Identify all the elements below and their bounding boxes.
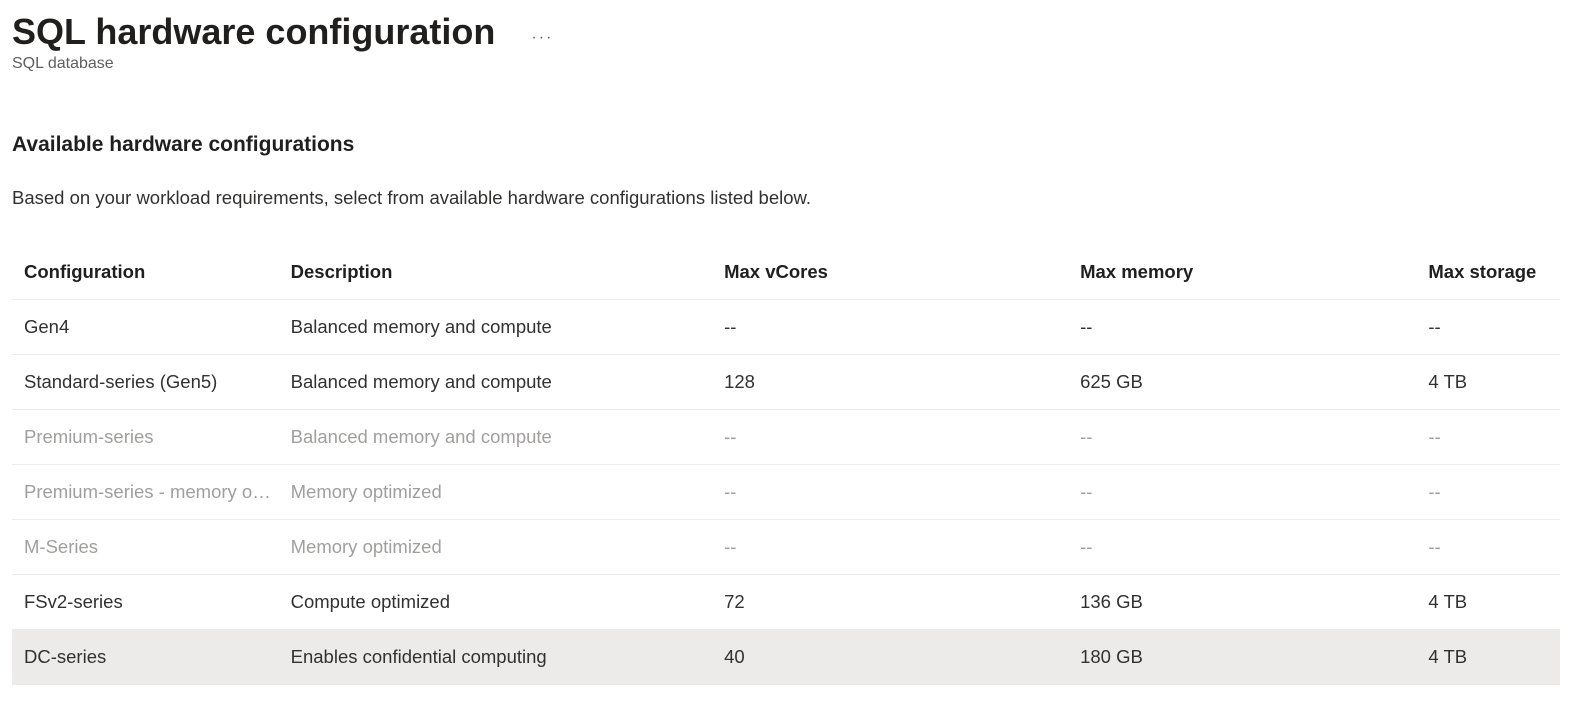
table-row[interactable]: Gen4Balanced memory and compute------	[12, 300, 1560, 355]
table-row[interactable]: FSv2-seriesCompute optimized72136 GB4 TB	[12, 575, 1560, 630]
table-row[interactable]: Premium-seriesBalanced memory and comput…	[12, 410, 1560, 465]
cell-max-memory: --	[1080, 465, 1428, 520]
cell-configuration: FSv2-series	[12, 575, 291, 630]
cell-max-vcores: 72	[724, 575, 1080, 630]
column-header-max-memory[interactable]: Max memory	[1080, 251, 1428, 300]
table-row[interactable]: Premium-series - memory optimizedMemory …	[12, 465, 1560, 520]
cell-max-vcores: 40	[724, 630, 1080, 685]
table-row[interactable]: Standard-series (Gen5)Balanced memory an…	[12, 355, 1560, 410]
table-row[interactable]: DC-seriesEnables confidential computing4…	[12, 630, 1560, 685]
cell-max-storage: 4 TB	[1428, 630, 1560, 685]
section-description: Based on your workload requirements, sel…	[12, 187, 1560, 209]
cell-max-storage: --	[1428, 300, 1560, 355]
cell-configuration: Standard-series (Gen5)	[12, 355, 291, 410]
cell-max-memory: --	[1080, 300, 1428, 355]
cell-description: Balanced memory and compute	[291, 410, 724, 465]
cell-max-vcores: --	[724, 465, 1080, 520]
cell-max-memory: --	[1080, 520, 1428, 575]
cell-max-memory: 136 GB	[1080, 575, 1428, 630]
cell-max-memory: 180 GB	[1080, 630, 1428, 685]
page-title: SQL hardware configuration	[12, 10, 495, 53]
cell-max-storage: 4 TB	[1428, 355, 1560, 410]
more-actions-button[interactable]: ···	[523, 25, 561, 51]
page-subtitle: SQL database	[12, 55, 1560, 73]
cell-max-storage: --	[1428, 520, 1560, 575]
cell-description: Enables confidential computing	[291, 630, 724, 685]
cell-description: Compute optimized	[291, 575, 724, 630]
cell-description: Balanced memory and compute	[291, 300, 724, 355]
section-heading: Available hardware configurations	[12, 133, 1560, 157]
column-header-configuration[interactable]: Configuration	[12, 251, 291, 300]
cell-configuration: M-Series	[12, 520, 291, 575]
cell-max-storage: --	[1428, 410, 1560, 465]
cell-max-memory: 625 GB	[1080, 355, 1428, 410]
cell-max-memory: --	[1080, 410, 1428, 465]
cell-max-vcores: --	[724, 410, 1080, 465]
cell-max-storage: 4 TB	[1428, 575, 1560, 630]
cell-configuration: DC-series	[12, 630, 291, 685]
column-header-max-vcores[interactable]: Max vCores	[724, 251, 1080, 300]
cell-max-storage: --	[1428, 465, 1560, 520]
cell-configuration: Premium-series	[12, 410, 291, 465]
cell-description: Memory optimized	[291, 520, 724, 575]
hardware-config-table: Configuration Description Max vCores Max…	[12, 251, 1560, 685]
table-row[interactable]: M-SeriesMemory optimized------	[12, 520, 1560, 575]
cell-max-vcores: --	[724, 520, 1080, 575]
cell-description: Memory optimized	[291, 465, 724, 520]
cell-max-vcores: 128	[724, 355, 1080, 410]
cell-configuration: Premium-series - memory optimized	[12, 465, 291, 520]
column-header-max-storage[interactable]: Max storage	[1428, 251, 1560, 300]
cell-configuration: Gen4	[12, 300, 291, 355]
column-header-description[interactable]: Description	[291, 251, 724, 300]
cell-description: Balanced memory and compute	[291, 355, 724, 410]
cell-max-vcores: --	[724, 300, 1080, 355]
